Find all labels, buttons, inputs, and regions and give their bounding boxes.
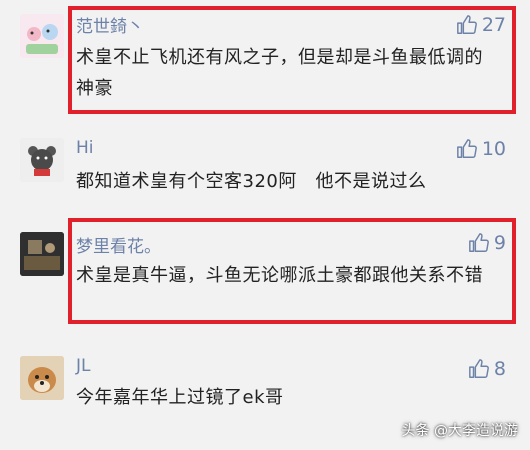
like-count: 27 — [481, 14, 506, 36]
thumbs-up-icon — [469, 359, 489, 378]
thumbs-up-icon — [456, 139, 477, 158]
comment-item: 梦里看花。 9 术皇是真牛逼，斗鱼无论哪派土豪都跟他关系不错 — [0, 222, 530, 330]
avatar[interactable] — [20, 232, 64, 276]
comment-item: Hi 10 都知道术皇有个空客320阿 他不是说过么 — [0, 120, 530, 210]
comment-text: 今年嘉年华上过镜了ek哥 — [76, 387, 284, 408]
like-button[interactable]: 9 — [468, 232, 506, 254]
like-button[interactable]: 27 — [456, 14, 506, 36]
username[interactable]: 梦里看花。 — [76, 232, 161, 257]
like-count: 8 — [493, 358, 506, 380]
comment-text: 术皇不止飞机还有风之子，但是却是斗鱼最低调的神豪 — [76, 47, 483, 99]
username[interactable]: JL — [76, 356, 91, 376]
thumbs-up-icon — [469, 233, 489, 252]
avatar[interactable] — [20, 356, 64, 400]
comment-item: 范世錡丶 27 术皇不止飞机还有风之子，但是却是斗鱼最低调的神豪 — [0, 0, 530, 120]
like-count: 9 — [493, 232, 506, 254]
like-button[interactable]: 10 — [456, 138, 506, 160]
cartoon-avatar-icon — [20, 14, 64, 58]
username[interactable]: 范世錡丶 — [76, 12, 144, 37]
avatar[interactable] — [20, 14, 64, 58]
bear-avatar-icon — [20, 138, 64, 182]
like-button[interactable]: 8 — [468, 358, 506, 380]
username[interactable]: Hi — [76, 138, 94, 158]
photo-avatar-icon — [20, 232, 64, 276]
like-count: 10 — [481, 138, 506, 160]
comment-text: 都知道术皇有个空客320阿 他不是说过么 — [76, 171, 427, 192]
avatar[interactable] — [20, 138, 64, 182]
thumbs-up-icon — [456, 15, 477, 34]
comment-text: 术皇是真牛逼，斗鱼无论哪派土豪都跟他关系不错 — [76, 265, 483, 286]
watermark: 头条 @大李造说游 — [401, 423, 518, 439]
dog-avatar-icon — [20, 356, 64, 400]
